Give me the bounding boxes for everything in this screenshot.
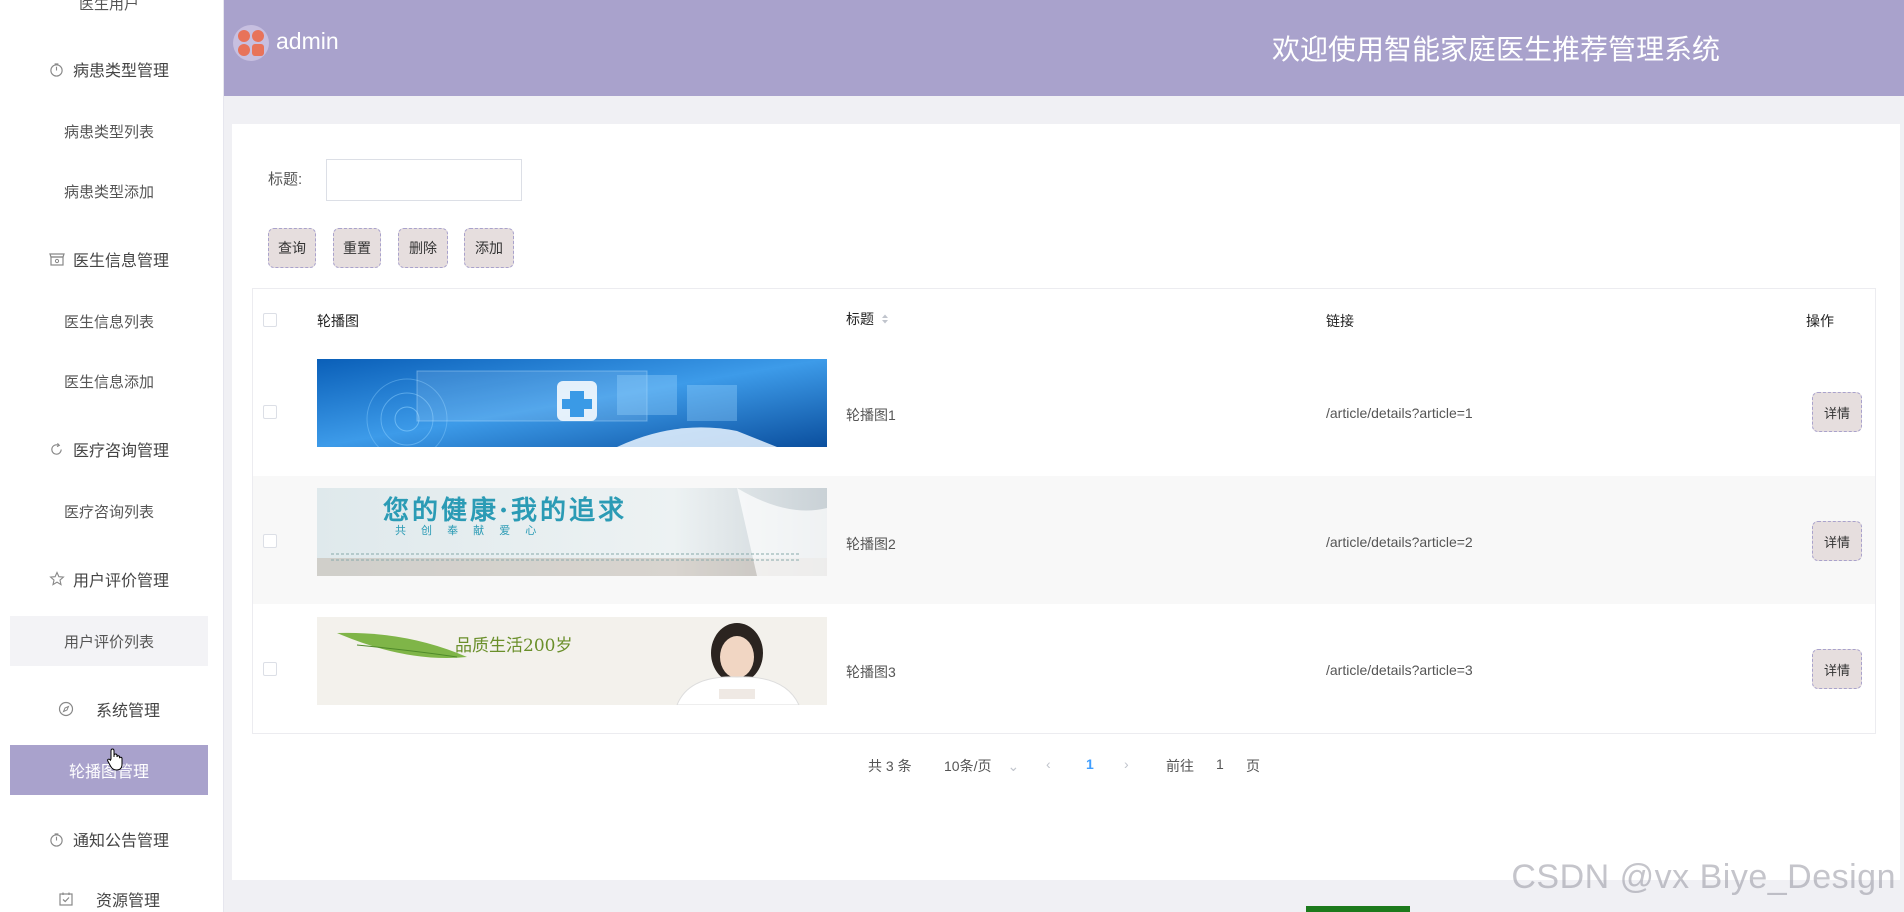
column-header-title-label: 标题 xyxy=(846,311,874,327)
banner3-text: 品质生活200岁 xyxy=(455,636,573,656)
sidebar-item-doctor-info-add[interactable]: 医生信息添加 xyxy=(10,356,208,406)
select-all-checkbox[interactable] xyxy=(263,313,277,327)
sidebar-item-label: 病患类型添加 xyxy=(63,183,154,201)
sidebar-group-system[interactable]: 系统管理 xyxy=(10,684,208,734)
page-size-select[interactable]: 10条/页 ⌄ xyxy=(944,756,1019,776)
sidebar-group-patient-type[interactable]: 病患类型管理 xyxy=(10,44,208,94)
sort-icon[interactable] xyxy=(880,312,890,326)
timer-icon xyxy=(49,831,65,847)
banner-image-2: 您的健康·我的追求 共 创 奉 献 爱 心 xyxy=(317,488,827,576)
row-checkbox[interactable] xyxy=(263,534,277,548)
row-title: 轮播图3 xyxy=(846,664,896,680)
column-header-link: 链接 xyxy=(1326,313,1354,329)
watermark: CSDN @vx Biye_Design xyxy=(1511,858,1896,896)
logo-icon xyxy=(232,24,270,62)
column-header-title[interactable]: 标题 xyxy=(846,309,890,329)
delete-button[interactable]: 删除 xyxy=(398,228,448,268)
column-header-image: 轮播图 xyxy=(317,313,359,329)
detail-button[interactable]: 详情 xyxy=(1812,521,1862,561)
sidebar-item-label: 用户评价管理 xyxy=(72,573,169,590)
user-name: admin xyxy=(276,28,339,54)
banner-image-3: 品质生活200岁 xyxy=(317,617,827,705)
add-button[interactable]: 添加 xyxy=(464,228,514,268)
storefront-icon xyxy=(49,251,65,267)
hand-cursor-icon xyxy=(106,748,124,777)
sidebar-item-doctor-users[interactable]: 医生用户 xyxy=(10,0,208,28)
pagination-total: 共 3 条 xyxy=(868,758,912,774)
banner-image-1 xyxy=(317,359,827,447)
sidebar-item-patient-type-add[interactable]: 病患类型添加 xyxy=(10,166,208,216)
goto-label: 前往 xyxy=(1166,758,1194,774)
refresh-icon xyxy=(49,441,65,457)
sidebar-group-consultation[interactable]: 医疗咨询管理 xyxy=(10,424,208,474)
site-title: 欢迎使用智能家庭医生推荐管理系统 xyxy=(1271,34,1720,65)
prev-page-icon[interactable]: ‹ xyxy=(1046,756,1051,772)
goto-suffix: 页 xyxy=(1246,758,1260,774)
sidebar-group-notice[interactable]: 通知公告管理 xyxy=(10,814,208,864)
column-header-action: 操作 xyxy=(1806,313,1834,329)
row-link[interactable]: /article/details?article=1 xyxy=(1326,405,1473,421)
detail-button[interactable]: 详情 xyxy=(1812,392,1862,432)
sidebar-group-user-review[interactable]: 用户评价管理 xyxy=(10,554,208,604)
sidebar-item-label: 资源管理 xyxy=(95,893,160,910)
page-size-label: 10条/页 xyxy=(944,758,992,774)
bottom-bar xyxy=(1306,906,1410,912)
sidebar-item-label: 医生信息管理 xyxy=(72,253,169,270)
sidebar-item-consultation-list[interactable]: 医疗咨询列表 xyxy=(10,486,208,536)
reset-button[interactable]: 重置 xyxy=(333,228,381,268)
page-number-current[interactable]: 1 xyxy=(1086,756,1094,772)
sidebar-item-label: 医生信息列表 xyxy=(63,313,154,331)
chevron-down-icon: ⌄ xyxy=(1007,757,1020,774)
row-checkbox[interactable] xyxy=(263,662,277,676)
sidebar-item-label: 医疗咨询列表 xyxy=(63,503,154,521)
row-link[interactable]: /article/details?article=2 xyxy=(1326,534,1473,550)
checkbox-icon xyxy=(58,891,74,907)
sidebar-group-doctor-info[interactable]: 医生信息管理 xyxy=(10,234,208,284)
sidebar-item-label: 医疗咨询管理 xyxy=(72,443,169,460)
sidebar-item-label: 通知公告管理 xyxy=(72,833,169,850)
search-title-input[interactable] xyxy=(326,159,522,201)
compass-icon xyxy=(58,701,74,717)
star-icon xyxy=(49,571,65,587)
sidebar-item-label: 医生信息添加 xyxy=(63,373,154,391)
detail-button[interactable]: 详情 xyxy=(1812,649,1862,689)
sidebar: 医生用户 病患类型管理 病患类型列表 病患类型添加 医生信息管理 医生信息列表 … xyxy=(0,0,224,912)
goto-page-input[interactable]: 1 xyxy=(1216,756,1224,772)
search-title-label: 标题: xyxy=(268,171,303,188)
row-title: 轮播图1 xyxy=(846,407,896,423)
row-link[interactable]: /article/details?article=3 xyxy=(1326,662,1473,678)
sidebar-item-label: 医生用户 xyxy=(78,0,139,13)
row-title: 轮播图2 xyxy=(846,536,896,552)
banner2-subtext: 共 创 奉 献 爱 心 xyxy=(395,525,543,537)
sidebar-item-user-review-list[interactable]: 用户评价列表 xyxy=(10,616,208,666)
sidebar-item-doctor-info-list[interactable]: 医生信息列表 xyxy=(10,296,208,346)
sidebar-item-label: 病患类型管理 xyxy=(72,63,169,80)
sidebar-item-label: 用户评价列表 xyxy=(63,633,154,651)
row-checkbox[interactable] xyxy=(263,405,277,419)
sidebar-group-resource[interactable]: 资源管理 xyxy=(10,874,208,912)
sidebar-item-patient-type-list[interactable]: 病患类型列表 xyxy=(10,106,208,156)
timer-icon xyxy=(49,61,65,77)
sidebar-item-label: 病患类型列表 xyxy=(63,123,154,141)
query-button[interactable]: 查询 xyxy=(268,228,316,268)
sidebar-item-label: 系统管理 xyxy=(95,703,160,720)
next-page-icon[interactable]: › xyxy=(1124,756,1129,772)
